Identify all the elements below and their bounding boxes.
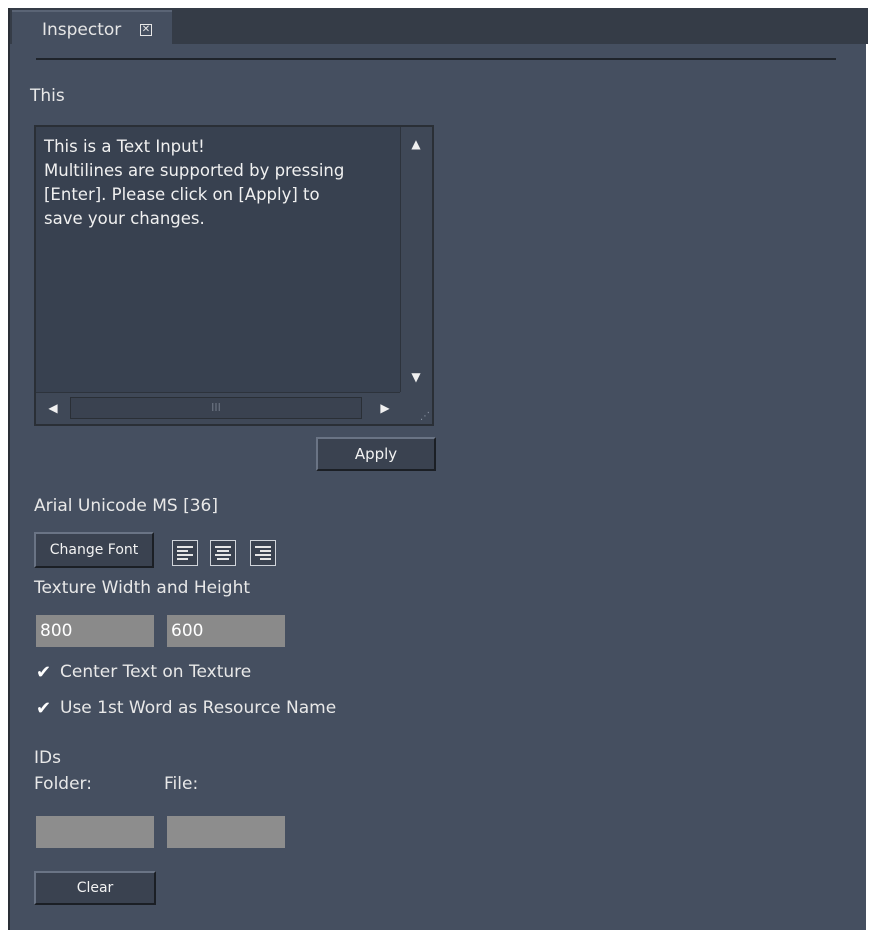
- text-input-area[interactable]: This is a Text Input! Multilines are sup…: [34, 125, 434, 426]
- font-label: Arial Unicode MS [36]: [34, 496, 218, 516]
- align-left-icon[interactable]: [172, 540, 198, 566]
- inspector-window: Inspector ✕ This This is a Text Input! M…: [8, 8, 868, 930]
- horizontal-scrollbar[interactable]: ◀ III ▶: [36, 392, 402, 424]
- center-text-checkbox[interactable]: ✔: [36, 664, 54, 682]
- tab-title: Inspector: [42, 20, 122, 40]
- align-right-icon[interactable]: [250, 540, 276, 566]
- change-font-button[interactable]: Change Font: [34, 532, 154, 568]
- close-box-icon[interactable]: ✕: [140, 24, 152, 36]
- resize-grip-icon[interactable]: ⋰: [400, 392, 432, 424]
- texture-width-field[interactable]: 800: [36, 615, 154, 647]
- triangle-left-icon[interactable]: ◀: [38, 393, 68, 423]
- tab-bar: Inspector ✕: [10, 8, 868, 44]
- texture-label: Texture Width and Height: [34, 578, 251, 598]
- triangle-up-icon[interactable]: ▲: [401, 129, 431, 159]
- texture-height-field[interactable]: 600: [167, 615, 285, 647]
- use-first-word-label: Use 1st Word as Resource Name: [60, 698, 337, 718]
- align-center-icon[interactable]: [210, 540, 236, 566]
- file-label: File:: [164, 774, 199, 794]
- tab-inspector[interactable]: Inspector ✕: [12, 10, 172, 44]
- section-title: This: [30, 86, 65, 106]
- file-id-field[interactable]: [167, 816, 285, 848]
- header-divider: [36, 58, 836, 60]
- ids-label: IDs: [34, 748, 61, 768]
- clear-button[interactable]: Clear: [34, 871, 156, 905]
- apply-button[interactable]: Apply: [316, 437, 436, 471]
- folder-id-field[interactable]: [36, 816, 154, 848]
- triangle-down-icon[interactable]: ▼: [401, 362, 431, 392]
- horizontal-scroll-thumb[interactable]: III: [70, 397, 362, 419]
- triangle-right-icon[interactable]: ▶: [370, 393, 400, 423]
- folder-label: Folder:: [34, 774, 92, 794]
- text-input-value[interactable]: This is a Text Input! Multilines are sup…: [44, 135, 404, 231]
- use-first-word-checkbox[interactable]: ✔: [36, 700, 54, 718]
- center-text-label: Center Text on Texture: [60, 662, 252, 682]
- vertical-scrollbar[interactable]: ▲ ▼: [400, 127, 432, 394]
